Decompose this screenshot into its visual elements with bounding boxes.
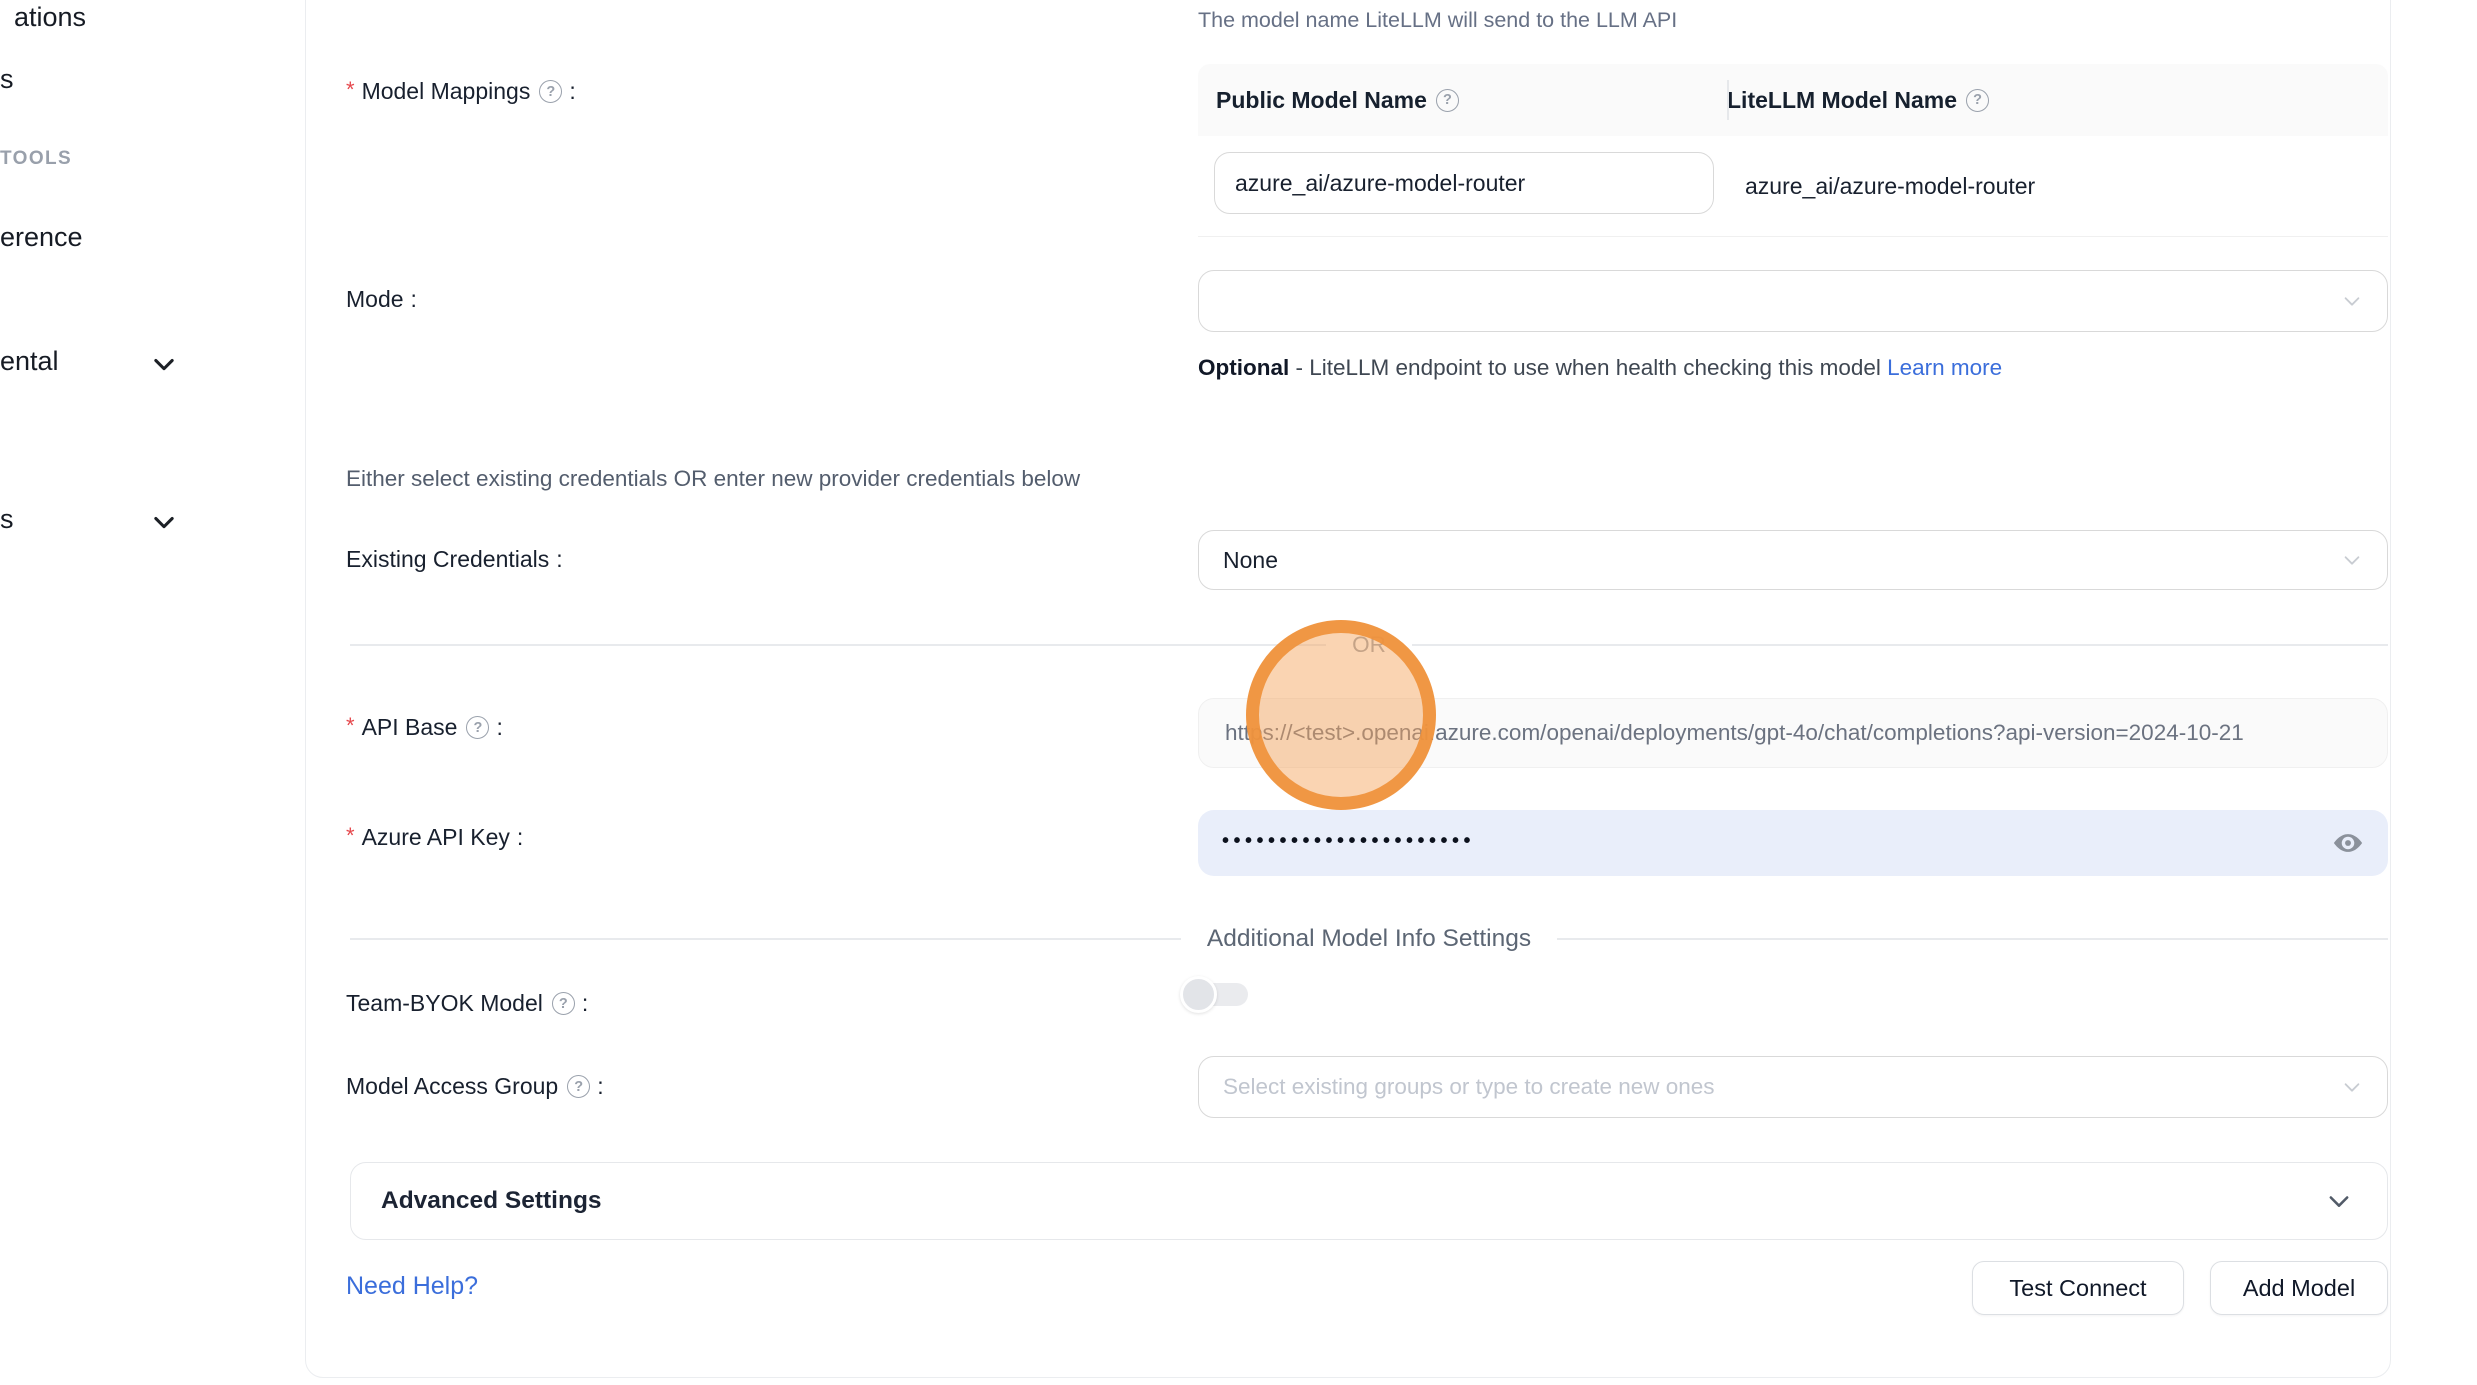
column-divider	[1727, 80, 1729, 120]
existing-credentials-value: None	[1223, 547, 1278, 574]
sidebar-item-truncated-4[interactable]: ental	[0, 346, 59, 377]
column-header-litellm-model-name: LiteLLM Model Name ?	[1709, 87, 1989, 114]
sidebar-item-truncated-3[interactable]: erence	[0, 222, 83, 253]
public-model-name-input[interactable]	[1214, 152, 1714, 214]
azure-api-key-label: * Azure API Key :	[346, 824, 523, 851]
api-base-label: * API Base ? :	[346, 714, 503, 741]
help-icon[interactable]: ?	[466, 716, 489, 739]
required-asterisk: *	[346, 713, 355, 739]
model-access-group-placeholder: Select existing groups or type to create…	[1223, 1074, 1715, 1100]
chevron-down-icon	[2325, 1187, 2353, 1215]
chevron-down-icon[interactable]	[150, 508, 178, 536]
existing-credentials-label: Existing Credentials :	[346, 546, 563, 573]
azure-api-key-input[interactable]: ••••••••••••••••••••••	[1198, 810, 2388, 876]
need-help-link[interactable]: Need Help?	[346, 1272, 478, 1301]
team-byok-label: Team-BYOK Model ? :	[346, 990, 588, 1017]
model-access-group-label: Model Access Group ? :	[346, 1073, 604, 1100]
help-icon[interactable]: ?	[1436, 89, 1459, 112]
mode-help-text: Optional - LiteLLM endpoint to use when …	[1198, 348, 2038, 388]
sidebar-item-truncated-2[interactable]: s	[0, 64, 14, 95]
sidebar-section-tools: TOOLS	[0, 148, 72, 170]
required-asterisk: *	[346, 77, 355, 103]
help-icon[interactable]: ?	[567, 1075, 590, 1098]
api-base-input[interactable]: https://<test>.openai.azure.com/openai/d…	[1198, 698, 2388, 768]
model-mappings-label: * Model Mappings ? :	[346, 78, 576, 105]
required-asterisk: *	[346, 823, 355, 849]
model-access-group-select[interactable]: Select existing groups or type to create…	[1198, 1056, 2388, 1118]
mode-label: Mode :	[346, 286, 417, 313]
learn-more-link[interactable]: Learn more	[1887, 355, 2002, 380]
column-header-public-model-name: Public Model Name ?	[1198, 87, 1709, 114]
masked-api-key: ••••••••••••••••••••••	[1222, 830, 1475, 853]
additional-model-info-divider: Additional Model Info Settings	[350, 925, 2388, 953]
add-model-button[interactable]: Add Model	[2210, 1261, 2388, 1315]
litellm-model-name-value: azure_ai/azure-model-router	[1745, 136, 2035, 236]
advanced-settings-label: Advanced Settings	[381, 1187, 602, 1215]
chevron-down-icon[interactable]	[150, 350, 178, 378]
help-icon[interactable]: ?	[1966, 89, 1989, 112]
eye-icon[interactable]	[2332, 827, 2364, 859]
test-connect-button[interactable]: Test Connect	[1972, 1261, 2184, 1315]
mode-select[interactable]	[1198, 270, 2388, 332]
model-mappings-table: Public Model Name ? LiteLLM Model Name ?…	[1198, 64, 2388, 237]
team-byok-toggle-knob[interactable]	[1180, 976, 1217, 1013]
chevron-down-icon	[2341, 290, 2363, 312]
sidebar-item-truncated-1[interactable]: ations	[14, 2, 86, 33]
existing-credentials-select[interactable]: None	[1198, 530, 2388, 590]
litellm-model-name-helper: The model name LiteLLM will send to the …	[1198, 8, 1677, 33]
table-header-row: Public Model Name ? LiteLLM Model Name ?	[1198, 64, 2388, 136]
chevron-down-icon	[2341, 549, 2363, 571]
credentials-note: Either select existing credentials OR en…	[346, 466, 1080, 492]
help-icon[interactable]: ?	[552, 992, 575, 1015]
advanced-settings-panel[interactable]: Advanced Settings	[350, 1162, 2388, 1240]
help-icon[interactable]: ?	[539, 80, 562, 103]
table-body-row: azure_ai/azure-model-router	[1198, 136, 2388, 237]
chevron-down-icon	[2341, 1076, 2363, 1098]
sidebar-item-truncated-5[interactable]: s	[0, 504, 14, 535]
or-divider: OR	[350, 632, 2388, 658]
